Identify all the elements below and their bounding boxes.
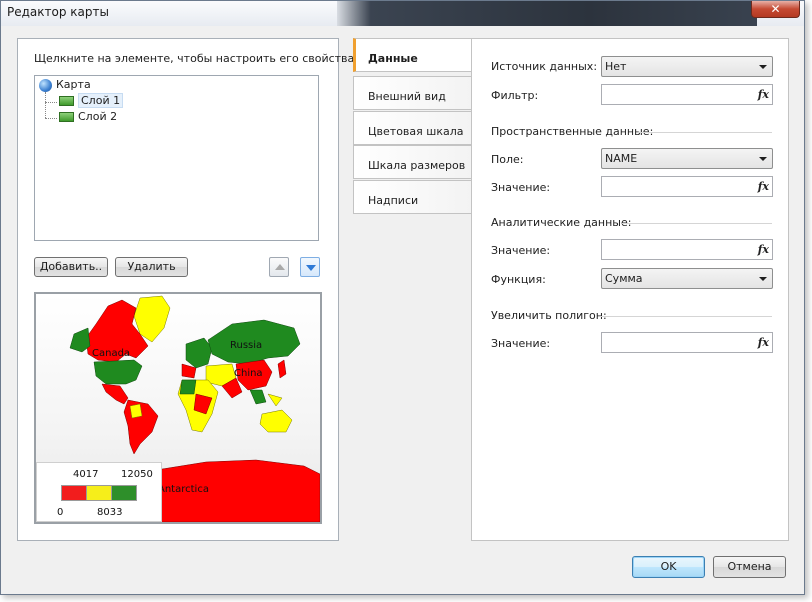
map-region (267, 393, 283, 407)
legend-swatch-red (61, 485, 87, 501)
tab-data[interactable]: Данные (353, 38, 471, 72)
data-tab-content: Источник данных: Нет Фильтр: fx Простран… (471, 38, 789, 541)
data-source-label: Источник данных: (491, 60, 598, 73)
map-region (179, 379, 197, 395)
map-region (185, 337, 213, 369)
polygon-value-label: Значение: (491, 337, 551, 350)
tree-connector (45, 102, 57, 103)
map-region (259, 409, 293, 433)
title-bar-background (337, 1, 757, 26)
map-region (93, 359, 143, 385)
map-region (129, 403, 143, 419)
expression-editor-icon[interactable]: fx (758, 88, 769, 101)
property-tabs: Данные Внешний вид Цветовая шкала Шкала … (353, 38, 471, 541)
map-region (123, 399, 159, 455)
layer-icon (59, 112, 74, 122)
section-divider (600, 316, 772, 317)
expression-editor-icon[interactable]: fx (758, 243, 769, 256)
spatial-data-section: Пространственные данные: (491, 125, 654, 138)
analytic-value-label: Значение: (491, 244, 551, 257)
function-select[interactable]: Сумма (601, 268, 773, 289)
tab-size-scale[interactable]: Шкала размеров (353, 145, 471, 179)
tree-item-label: Карта (56, 78, 91, 91)
map-label-china: China (234, 368, 263, 379)
move-down-button[interactable] (300, 257, 320, 277)
tab-color-scale[interactable]: Цветовая шкала (353, 111, 471, 145)
legend-value: 4017 (73, 469, 99, 480)
expression-editor-icon[interactable]: fx (758, 180, 769, 193)
field-label: Поле: (491, 153, 524, 166)
tree-connector (45, 92, 46, 118)
map-label-russia: Russia (230, 340, 263, 351)
spatial-value-field[interactable]: fx (601, 176, 773, 197)
enlarge-polygon-section: Увеличить полигон: (491, 309, 607, 322)
map-region (69, 327, 91, 353)
tab-labels[interactable]: Надписи (353, 180, 471, 214)
arrow-up-icon (275, 264, 285, 270)
map-preview[interactable]: Canada Russia China Antarctica 4017 1205… (34, 292, 322, 524)
spatial-field-value: NAME (605, 152, 638, 165)
color-scale-legend: 4017 12050 0 8033 (36, 462, 162, 522)
element-hint-text: Щелкните на элементе, чтобы настроить ег… (34, 52, 358, 65)
cancel-button[interactable]: Отмена (713, 556, 786, 578)
map-region (101, 383, 129, 405)
spatial-field-select[interactable]: NAME (601, 148, 773, 169)
legend-value: 0 (57, 507, 64, 518)
title-bar: Редактор карты ✕ (1, 1, 804, 26)
globe-icon (39, 78, 52, 92)
analytic-value-field[interactable]: fx (601, 239, 773, 260)
tree-item-label: Слой 1 (78, 93, 124, 108)
legend-swatch-green (111, 485, 137, 501)
map-label-canada: Canada (92, 348, 131, 359)
map-label-antarctica: Antarctica (158, 484, 209, 495)
function-value: Сумма (605, 272, 643, 285)
add-element-button[interactable]: Добавить.. (34, 257, 108, 277)
tree-item-label: Слой 2 (78, 110, 118, 123)
tree-item-map[interactable]: Карта (39, 78, 91, 92)
tree-item-layer-2[interactable]: Слой 2 (59, 110, 117, 123)
spatial-value-label: Значение: (491, 181, 551, 194)
chevron-down-icon (759, 277, 767, 281)
legend-value: 12050 (121, 469, 153, 480)
polygon-value-field[interactable]: fx (601, 332, 773, 353)
arrow-down-icon (306, 265, 316, 271)
map-region (277, 359, 287, 379)
map-region (249, 389, 267, 405)
tab-appearance[interactable]: Внешний вид (353, 76, 471, 110)
section-divider (622, 223, 772, 224)
close-window-button[interactable]: ✕ (751, 1, 800, 18)
data-source-select[interactable]: Нет (601, 56, 773, 77)
function-label: Функция: (491, 273, 546, 286)
move-up-button[interactable] (269, 257, 289, 277)
section-divider (638, 132, 772, 133)
element-panel: Щелкните на элементе, чтобы настроить ег… (17, 38, 358, 541)
filter-field[interactable]: fx (601, 84, 773, 105)
dialog-body: Щелкните на элементе, чтобы настроить ег… (1, 26, 804, 594)
tree-connector (45, 118, 57, 119)
analytic-data-section: Аналитические данные: (491, 216, 632, 229)
tree-item-layer-1[interactable]: Слой 1 (59, 93, 124, 108)
window-title: Редактор карты (7, 5, 109, 19)
chevron-down-icon (759, 65, 767, 69)
legend-value: 8033 (97, 507, 123, 518)
legend-swatch-yellow (86, 485, 112, 501)
delete-element-button[interactable]: Удалить (115, 257, 188, 277)
expression-editor-icon[interactable]: fx (758, 336, 769, 349)
ok-button[interactable]: OK (632, 556, 705, 578)
filter-label: Фильтр: (491, 89, 539, 102)
map-editor-window: Редактор карты ✕ Щелкните на элементе, ч… (0, 0, 805, 595)
chevron-down-icon (759, 157, 767, 161)
data-source-value: Нет (605, 60, 627, 73)
element-tree[interactable]: Карта Слой 1 Слой 2 (34, 75, 319, 241)
layer-icon (59, 96, 74, 106)
